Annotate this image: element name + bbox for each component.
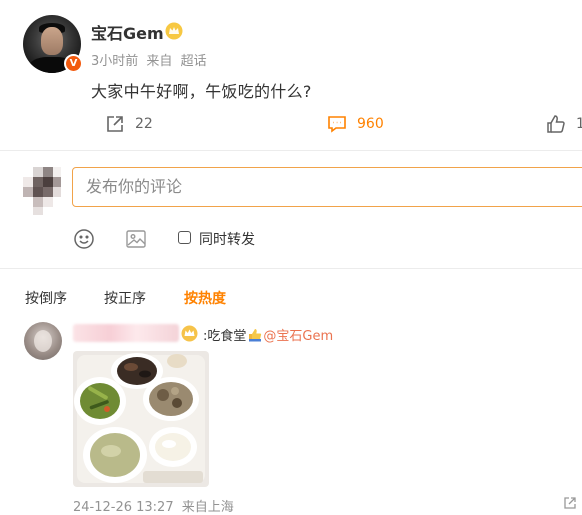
comment-count: 960 <box>357 116 384 132</box>
post-text: 大家中午好啊，午饭吃的什么? <box>91 82 312 101</box>
image-icon[interactable] <box>125 228 147 250</box>
fan-badge-icon <box>181 325 198 342</box>
comment-button[interactable]: 960 <box>327 112 384 136</box>
repost-icon <box>107 116 123 132</box>
crown-badge-icon <box>165 22 183 40</box>
commenter-name-blurred[interactable] <box>73 324 179 342</box>
post-meta: 3小时前 来自 超话 <box>91 50 211 69</box>
repost-count: 22 <box>135 116 153 132</box>
thumbs-up-icon <box>547 115 565 133</box>
mention-link[interactable]: @宝石Gem <box>263 325 333 344</box>
comment-photo[interactable] <box>73 351 209 487</box>
like-count: 1 <box>576 116 582 132</box>
source-link[interactable]: 超话 <box>181 54 207 69</box>
divider <box>0 268 582 269</box>
comment-timestamp: 24-12-26 13:27 <box>73 500 174 515</box>
comment-body: :吃食堂 <box>203 329 247 344</box>
my-avatar[interactable] <box>23 167 61 215</box>
source-prefix: 来自 <box>146 54 173 69</box>
repost-checkbox[interactable] <box>178 231 191 244</box>
comment-text: :吃食堂 @宝石Gem <box>203 325 333 344</box>
comment-location: 来自上海 <box>181 500 234 515</box>
like-button[interactable]: 1 <box>546 112 582 136</box>
thumbs-up-emoji-icon <box>249 328 262 341</box>
repost-checkbox-label[interactable]: 同时转发 <box>199 229 255 249</box>
sort-tab-hot[interactable]: 按热度 <box>184 288 226 308</box>
divider <box>0 150 582 151</box>
comment-icon <box>328 116 346 133</box>
smiley-icon[interactable] <box>73 228 95 250</box>
comment-footer: 24-12-26 13:27 来自上海 <box>73 496 238 515</box>
comment-input[interactable]: 发布你的评论 <box>72 167 582 207</box>
verified-badge-icon: V <box>64 54 83 73</box>
sort-tab-reverse[interactable]: 按倒序 <box>25 288 67 308</box>
repost-button[interactable]: 22 <box>105 112 153 136</box>
author-name[interactable]: 宝石Gem <box>91 20 164 44</box>
reply-icon[interactable] <box>563 496 577 510</box>
post-time[interactable]: 3小时前 <box>91 54 138 69</box>
commenter-avatar[interactable] <box>24 322 62 360</box>
sort-tab-forward[interactable]: 按正序 <box>104 288 146 308</box>
